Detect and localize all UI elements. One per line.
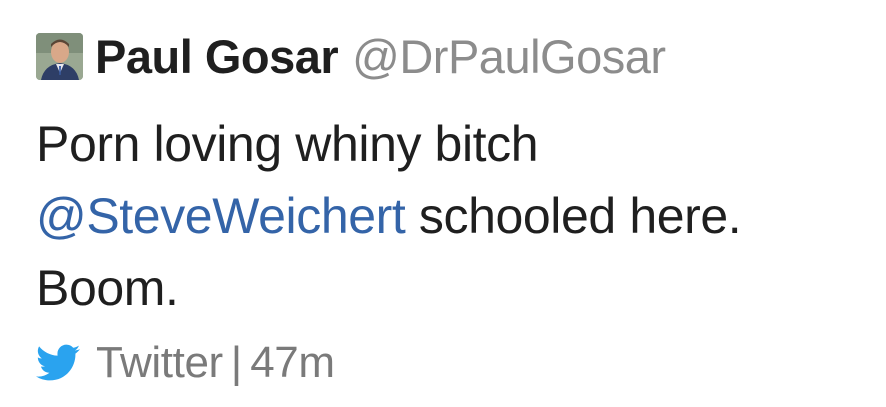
tweet-header: Paul Gosar @DrPaulGosar — [36, 29, 666, 84]
author-display-name[interactable]: Paul Gosar — [95, 29, 339, 84]
tweet-footer: Twitter | 47m — [36, 338, 335, 388]
tweet-timestamp[interactable]: 47m — [250, 338, 335, 388]
avatar[interactable] — [36, 32, 83, 80]
tweet-text-after-mention: schooled here. — [405, 188, 742, 244]
mention-link[interactable]: @SteveWeichert — [36, 188, 406, 244]
tweet-text: Porn loving whiny bitch @SteveWeichert s… — [36, 108, 876, 324]
tweet-card: Paul Gosar @DrPaulGosar Porn loving whin… — [0, 0, 886, 407]
tweet-text-line-2: @SteveWeichert schooled here. — [36, 180, 876, 252]
tweet-source[interactable]: Twitter — [96, 338, 223, 388]
tweet-text-line-1: Porn loving whiny bitch — [36, 116, 539, 172]
footer-separator: | — [230, 338, 243, 387]
tweet-text-line-3: Boom. — [36, 260, 179, 316]
author-handle[interactable]: @DrPaulGosar — [352, 29, 666, 84]
twitter-bird-icon — [36, 344, 80, 381]
